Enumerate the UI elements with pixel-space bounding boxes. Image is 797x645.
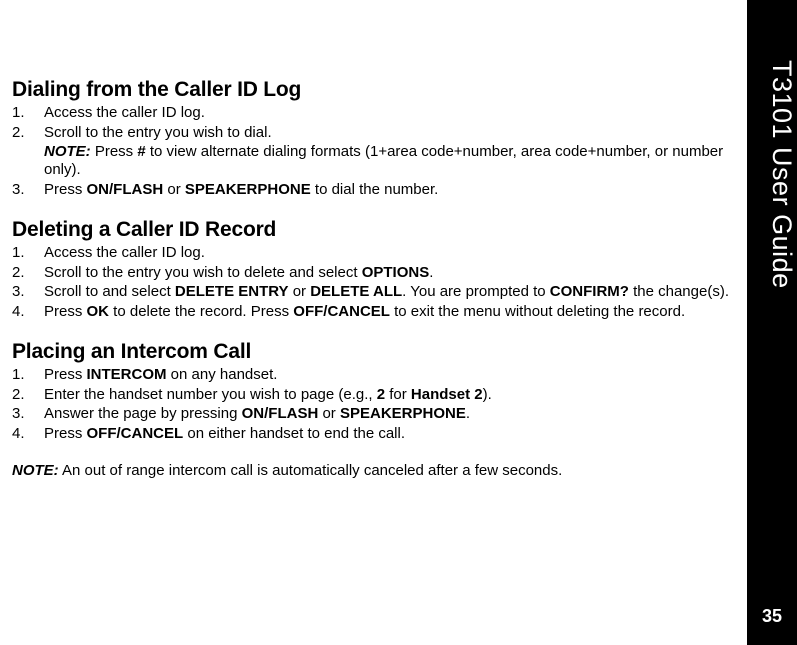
key-speakerphone: SPEAKERPHONE — [185, 181, 311, 198]
note-label: NOTE: — [44, 143, 91, 160]
item-number: 4. — [12, 303, 34, 322]
item-text: Scroll to the entry you wish to delete a… — [44, 264, 362, 281]
item-number: 2. — [12, 386, 34, 405]
key-options: OPTIONS — [362, 264, 430, 281]
item-text: Access the caller ID log. — [44, 244, 205, 261]
item-text: to exit the menu without deleting the re… — [390, 303, 685, 320]
key-on-flash: ON/FLASH — [87, 181, 164, 198]
heading-intercom: Placing an Intercom Call — [12, 340, 730, 364]
key-ok: OK — [87, 303, 110, 320]
item-text: for — [385, 386, 411, 403]
key-confirm: CONFIRM? — [550, 283, 629, 300]
page: T3101 User Guide 35 Dialing from the Cal… — [0, 0, 797, 645]
item-text: Scroll to and select — [44, 283, 175, 300]
list-item: 4. Press OFF/CANCEL on either handset to… — [12, 425, 730, 444]
item-text: Press — [44, 425, 87, 442]
item-number: 2. — [12, 124, 34, 143]
item-number: 1. — [12, 104, 34, 123]
item-text: . You are prompted to — [402, 283, 550, 300]
item-number: 1. — [12, 366, 34, 385]
key-delete-entry: DELETE ENTRY — [175, 283, 289, 300]
item-number: 3. — [12, 181, 34, 200]
key-speakerphone: SPEAKERPHONE — [340, 405, 466, 422]
item-text: the change(s). — [629, 283, 729, 300]
note-text: Press — [91, 143, 138, 160]
item-text: or — [318, 405, 340, 422]
list-item: 4. Press OK to delete the record. Press … — [12, 303, 730, 322]
item-text: or — [163, 181, 185, 198]
item-text: Access the caller ID log. — [44, 104, 205, 121]
list-item: 1. Press INTERCOM on any handset. — [12, 366, 730, 385]
list-item: 2. Scroll to the entry you wish to delet… — [12, 264, 730, 283]
item-number: 4. — [12, 425, 34, 444]
key-hash: # — [137, 143, 145, 160]
key-handset-2: Handset 2 — [411, 386, 483, 403]
item-text: Scroll to the entry you wish to dial. — [44, 124, 272, 141]
key-off-cancel: OFF/CANCEL — [87, 425, 184, 442]
key-on-flash: ON/FLASH — [242, 405, 319, 422]
list-item: 2. Enter the handset number you wish to … — [12, 386, 730, 405]
item-number: 3. — [12, 405, 34, 424]
item-text: . — [466, 405, 470, 422]
item-number: 2. — [12, 264, 34, 283]
note-label: NOTE: — [12, 462, 59, 479]
note-text: to view alternate dialing formats (1+are… — [44, 143, 723, 179]
item-note: NOTE: Press # to view alternate dialing … — [44, 143, 730, 181]
list-item: 2. Scroll to the entry you wish to dial.… — [12, 124, 730, 180]
item-text: Press — [44, 181, 87, 198]
item-text: Press — [44, 366, 87, 383]
top-corner-block — [747, 0, 797, 48]
sidebar-title: T3101 User Guide — [747, 60, 797, 540]
list-deleting: 1. Access the caller ID log. 2. Scroll t… — [12, 244, 730, 322]
item-text: ). — [483, 386, 492, 403]
key-digit-2: 2 — [377, 386, 385, 403]
list-dialing: 1. Access the caller ID log. 2. Scroll t… — [12, 104, 730, 200]
page-number: 35 — [747, 606, 797, 627]
item-text: to delete the record. Press — [109, 303, 293, 320]
item-text: . — [429, 264, 433, 281]
item-number: 3. — [12, 283, 34, 302]
list-item: 3. Press ON/FLASH or SPEAKERPHONE to dia… — [12, 181, 730, 200]
item-text: Press — [44, 303, 87, 320]
list-item: 1. Access the caller ID log. — [12, 244, 730, 263]
list-item: 3. Scroll to and select DELETE ENTRY or … — [12, 283, 730, 302]
heading-dialing: Dialing from the Caller ID Log — [12, 78, 730, 102]
footnote: NOTE: An out of range intercom call is a… — [12, 462, 730, 481]
key-intercom: INTERCOM — [87, 366, 167, 383]
item-text: or — [289, 283, 311, 300]
item-text: Enter the handset number you wish to pag… — [44, 386, 377, 403]
item-text: Answer the page by pressing — [44, 405, 242, 422]
note-text: An out of range intercom call is automat… — [59, 462, 563, 479]
heading-deleting: Deleting a Caller ID Record — [12, 218, 730, 242]
content: Dialing from the Caller ID Log 1. Access… — [12, 78, 730, 481]
sidebar: T3101 User Guide 35 — [747, 48, 797, 645]
item-text: on any handset. — [167, 366, 278, 383]
item-text: to dial the number. — [311, 181, 439, 198]
list-item: 1. Access the caller ID log. — [12, 104, 730, 123]
list-item: 3. Answer the page by pressing ON/FLASH … — [12, 405, 730, 424]
key-off-cancel: OFF/CANCEL — [293, 303, 390, 320]
item-number: 1. — [12, 244, 34, 263]
key-delete-all: DELETE ALL — [310, 283, 402, 300]
list-intercom: 1. Press INTERCOM on any handset. 2. Ent… — [12, 366, 730, 444]
item-text: on either handset to end the call. — [183, 425, 405, 442]
